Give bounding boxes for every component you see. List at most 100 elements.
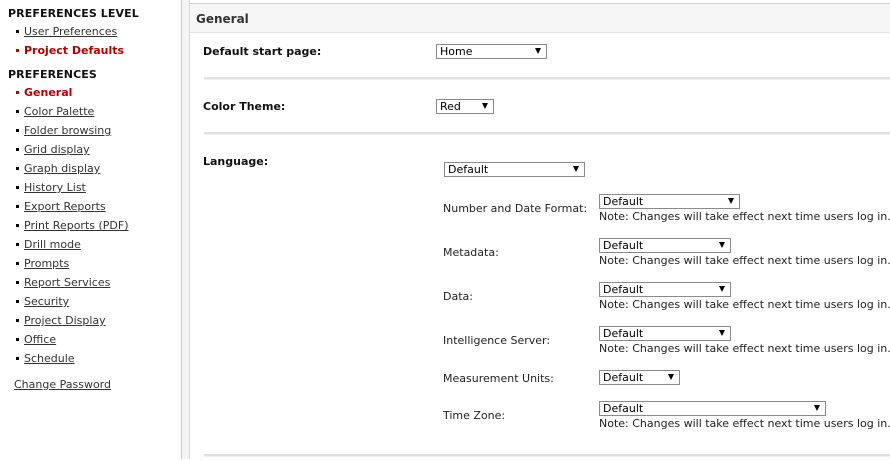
sidebar-item-label[interactable]: User Preferences [24, 25, 117, 38]
relogin-note: Note: Changes will take effect next time… [599, 254, 890, 267]
change-password-link[interactable]: Change Password [14, 378, 111, 391]
intelligence-server-select[interactable]: Default [599, 326, 731, 341]
relogin-note: Note: Changes will take effect next time… [599, 417, 890, 430]
sidebar-item-label[interactable]: Prompts [24, 257, 69, 270]
sidebar-item-office[interactable]: Office [16, 333, 56, 347]
sidebar-item-print-reports[interactable]: Print Reports (PDF) [16, 219, 129, 233]
bullet-icon [16, 280, 19, 284]
sidebar-item-label[interactable]: Print Reports (PDF) [24, 219, 129, 232]
metadata-select[interactable]: Default [599, 238, 731, 253]
sidebar-item-export-reports[interactable]: Export Reports [16, 200, 106, 214]
sidebar-item-project-defaults[interactable]: Project Defaults [16, 44, 124, 58]
preferences-heading: PREFERENCES [8, 68, 97, 81]
sidebar-item-security[interactable]: Security [16, 295, 69, 309]
sidebar-item-label[interactable]: Export Reports [24, 200, 106, 213]
preferences-sidebar: PREFERENCES LEVEL User Preferences Proje… [0, 0, 182, 459]
sidebar-item-label[interactable]: Schedule [24, 352, 75, 365]
sidebar-item-label[interactable]: Color Palette [24, 105, 94, 118]
language-label: Language: [203, 155, 269, 168]
color-theme-select[interactable]: Red [436, 99, 494, 114]
bullet-icon [16, 147, 19, 151]
sidebar-item-label[interactable]: Drill mode [24, 238, 81, 251]
sidebar-item-schedule[interactable]: Schedule [16, 352, 75, 366]
sidebar-item-label[interactable]: Project Defaults [24, 44, 124, 57]
dropdown-arrow-icon [719, 330, 725, 336]
sidebar-item-label[interactable]: Project Display [24, 314, 106, 327]
number-date-format-label: Number and Date Format: [443, 202, 588, 215]
sidebar-item-label[interactable]: Graph display [24, 162, 100, 175]
dropdown-arrow-icon [728, 198, 734, 204]
sidebar-item-user-preferences[interactable]: User Preferences [16, 25, 117, 39]
sidebar-item-folder-browsing[interactable]: Folder browsing [16, 124, 111, 138]
separator [204, 77, 890, 80]
time-zone-label: Time Zone: [443, 409, 506, 422]
section-title: General [196, 12, 249, 26]
sidebar-item-label[interactable]: Grid display [24, 143, 90, 156]
bullet-icon [16, 223, 19, 227]
dropdown-arrow-icon [482, 103, 488, 109]
splitter-handle[interactable] [182, 0, 190, 459]
bullet-icon [16, 356, 19, 360]
sidebar-item-color-palette[interactable]: Color Palette [16, 105, 94, 119]
select-value: Home [440, 45, 473, 58]
bullet-icon [16, 128, 19, 132]
language-select[interactable]: Default [444, 162, 585, 177]
section-header: General [190, 4, 890, 33]
default-start-page-select[interactable]: Home [436, 44, 547, 59]
sidebar-item-label[interactable]: General [24, 86, 72, 99]
metadata-label: Metadata: [443, 246, 499, 259]
sidebar-item-prompts[interactable]: Prompts [16, 257, 69, 271]
measurement-units-select[interactable]: Default [599, 370, 680, 385]
bullet-icon [16, 185, 19, 189]
select-value: Default [603, 402, 644, 415]
select-value: Default [603, 239, 644, 252]
bullet-icon [16, 166, 19, 170]
dropdown-arrow-icon [573, 166, 579, 172]
sidebar-item-graph-display[interactable]: Graph display [16, 162, 100, 176]
time-zone-select[interactable]: Default [599, 401, 826, 416]
sidebar-item-report-services[interactable]: Report Services [16, 276, 110, 290]
bullet-icon [16, 90, 19, 94]
sidebar-item-project-display[interactable]: Project Display [16, 314, 106, 328]
color-theme-label: Color Theme: [203, 100, 286, 113]
bullet-icon [16, 261, 19, 265]
number-date-format-select[interactable]: Default [599, 194, 740, 209]
preferences-level-heading: PREFERENCES LEVEL [8, 7, 139, 20]
bullet-icon [16, 299, 19, 303]
sidebar-item-label[interactable]: History List [24, 181, 86, 194]
bullet-icon [16, 318, 19, 322]
bullet-icon [16, 337, 19, 341]
default-start-page-label: Default start page: [203, 45, 322, 58]
dropdown-arrow-icon [535, 48, 541, 54]
dropdown-arrow-icon [719, 242, 725, 248]
intelligence-server-label: Intelligence Server: [443, 334, 551, 347]
dropdown-arrow-icon [668, 374, 674, 380]
data-select[interactable]: Default [599, 282, 731, 297]
dropdown-arrow-icon [814, 405, 820, 411]
bullet-icon [16, 204, 19, 208]
bullet-icon [16, 242, 19, 246]
separator [204, 454, 890, 457]
relogin-note: Note: Changes will take effect next time… [599, 210, 890, 223]
relogin-note: Note: Changes will take effect next time… [599, 298, 890, 311]
measurement-units-label: Measurement Units: [443, 372, 554, 385]
select-value: Default [603, 327, 644, 340]
sidebar-item-history-list[interactable]: History List [16, 181, 86, 195]
select-value: Default [603, 371, 644, 384]
sidebar-item-label[interactable]: Report Services [24, 276, 110, 289]
sidebar-item-grid-display[interactable]: Grid display [16, 143, 90, 157]
select-value: Red [440, 100, 461, 113]
relogin-note: Note: Changes will take effect next time… [599, 342, 890, 355]
bullet-icon [16, 109, 19, 113]
sidebar-item-drill-mode[interactable]: Drill mode [16, 238, 81, 252]
bullet-icon [16, 48, 19, 52]
sidebar-item-label[interactable]: Office [24, 333, 56, 346]
data-label: Data: [443, 290, 473, 303]
sidebar-item-label[interactable]: Security [24, 295, 69, 308]
separator [204, 132, 890, 135]
sidebar-item-general[interactable]: General [16, 86, 72, 100]
sidebar-item-label[interactable]: Folder browsing [24, 124, 111, 137]
bullet-icon [16, 29, 19, 33]
dropdown-arrow-icon [719, 286, 725, 292]
select-value: Default [448, 163, 489, 176]
